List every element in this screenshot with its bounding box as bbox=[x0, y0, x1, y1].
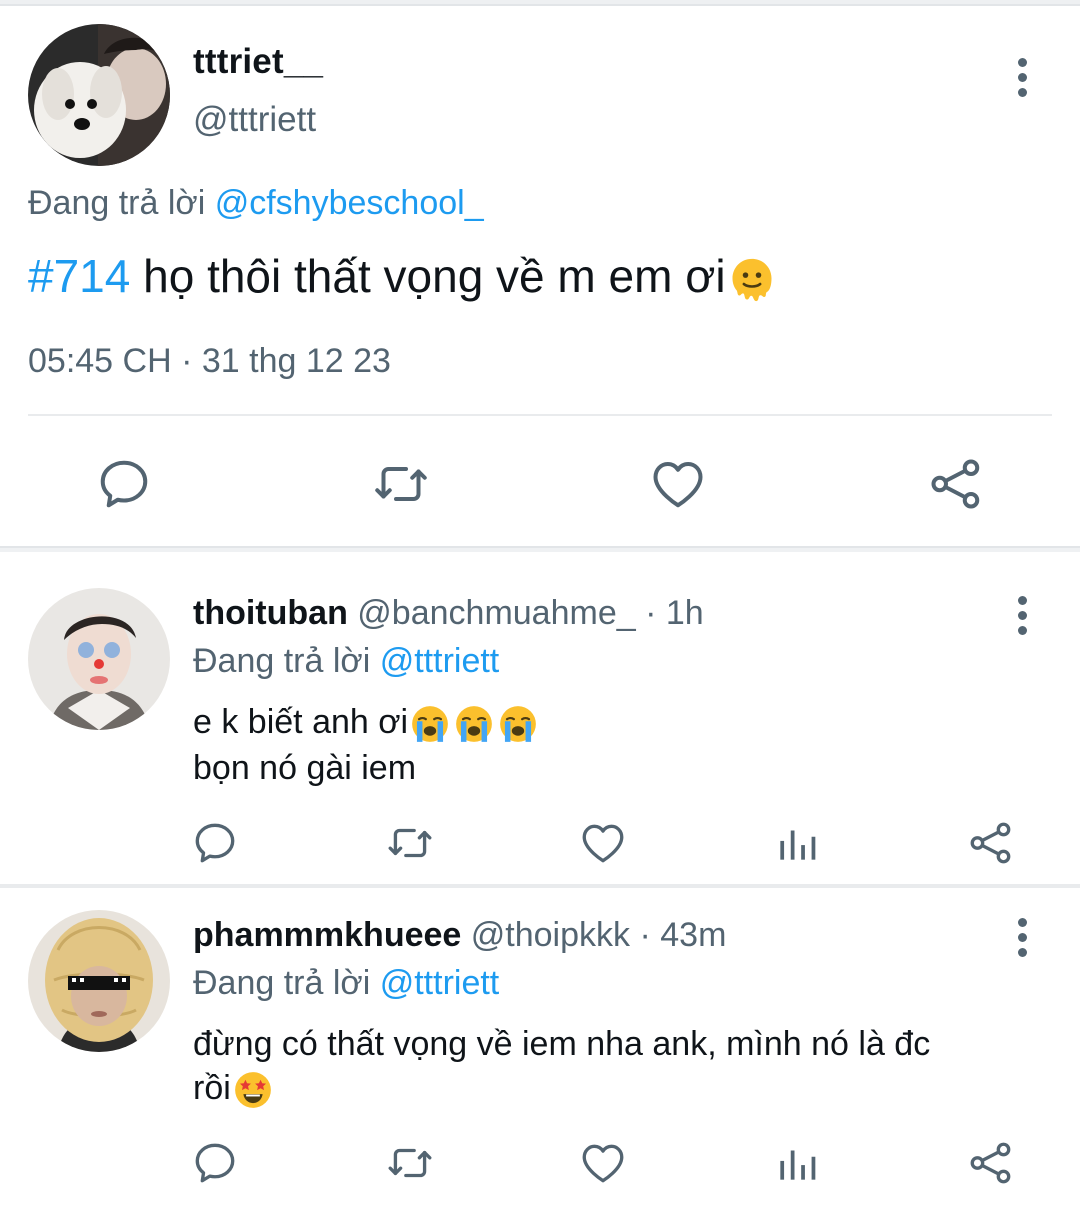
replying-to-line: Đang trả lời @tttriett bbox=[193, 964, 499, 1003]
avatar[interactable] bbox=[28, 588, 170, 730]
replying-prefix: Đang trả lời bbox=[193, 642, 371, 680]
star-struck-face-icon bbox=[231, 1068, 275, 1112]
more-options-icon[interactable] bbox=[1007, 590, 1037, 640]
share-icon[interactable] bbox=[966, 818, 1016, 868]
username[interactable]: @thoipkkk bbox=[471, 916, 630, 954]
reply-header: thoituban @banchmuahme_ · 1h bbox=[193, 594, 704, 633]
replying-to-mention[interactable]: @tttriett bbox=[380, 642, 500, 680]
reply-line-1: e k biết anh ơi bbox=[193, 703, 409, 741]
meta-separator: · bbox=[639, 916, 651, 954]
loudly-crying-face-icon bbox=[408, 702, 452, 746]
like-icon[interactable] bbox=[578, 1138, 628, 1188]
avatar[interactable] bbox=[28, 24, 170, 166]
main-tweet: tttriet__ @tttriett Đang trả lời @cfshyb… bbox=[0, 6, 1080, 548]
tweet-action-bar bbox=[0, 454, 1080, 514]
share-icon[interactable] bbox=[966, 1138, 1016, 1188]
replying-to-mention[interactable]: @cfshybeschool_ bbox=[215, 184, 484, 222]
replying-to-mention[interactable]: @tttriett bbox=[380, 964, 500, 1002]
retweet-icon[interactable] bbox=[371, 454, 431, 514]
reply-line-2: bọn nó gài iem bbox=[193, 749, 417, 788]
analytics-icon[interactable] bbox=[772, 818, 822, 868]
meta-separator: · bbox=[181, 342, 193, 380]
tweet-text: #714 họ thôi thất vọng về m em ơi bbox=[28, 246, 778, 306]
retweet-icon[interactable] bbox=[385, 818, 435, 868]
display-name[interactable]: thoituban bbox=[193, 594, 348, 632]
divider bbox=[28, 414, 1052, 416]
username[interactable]: @tttriett bbox=[193, 100, 316, 140]
reply-line-1: đừng có thất vọng về iem nha ank, mình n… bbox=[193, 1025, 931, 1063]
reply-line-2: rồi bbox=[193, 1069, 231, 1107]
hashtag-link[interactable]: #714 bbox=[28, 250, 130, 302]
tweet-text: e k biết anh ơi bọn nó gài iem bbox=[193, 700, 1043, 790]
tweet-time: 05:45 CH bbox=[28, 342, 172, 380]
display-name[interactable]: phammmkhueee bbox=[193, 916, 461, 954]
melting-face-icon bbox=[726, 254, 778, 306]
reply-icon[interactable] bbox=[190, 818, 240, 868]
relative-time[interactable]: 1h bbox=[666, 594, 704, 632]
replying-to-line: Đang trả lời @cfshybeschool_ bbox=[28, 184, 484, 223]
like-icon[interactable] bbox=[578, 818, 628, 868]
reply-header: phammmkhueee @thoipkkk · 43m bbox=[193, 916, 726, 955]
loudly-crying-face-icon bbox=[496, 702, 540, 746]
share-icon[interactable] bbox=[926, 454, 986, 514]
display-name[interactable]: tttriet__ bbox=[193, 42, 323, 82]
username[interactable]: @banchmuahme_ bbox=[357, 594, 635, 632]
replying-prefix: Đang trả lời bbox=[28, 184, 206, 222]
more-options-icon[interactable] bbox=[1007, 52, 1037, 102]
reply-tweet: phammmkhueee @thoipkkk · 43m Đang trả lờ… bbox=[0, 888, 1080, 1207]
tweet-timestamp[interactable]: 05:45 CH · 31 thg 12 23 bbox=[28, 342, 391, 381]
more-options-icon[interactable] bbox=[1007, 912, 1037, 962]
replying-prefix: Đang trả lời bbox=[193, 964, 371, 1002]
tweet-action-bar bbox=[0, 818, 1080, 868]
tweet-date: 31 thg 12 23 bbox=[201, 342, 391, 380]
reply-icon[interactable] bbox=[190, 1138, 240, 1188]
avatar[interactable] bbox=[28, 910, 170, 1052]
loudly-crying-face-icon bbox=[452, 702, 496, 746]
reply-icon[interactable] bbox=[94, 454, 154, 514]
reply-tweet: thoituban @banchmuahme_ · 1h Đang trả lờ… bbox=[0, 552, 1080, 884]
replying-to-line: Đang trả lời @tttriett bbox=[193, 642, 499, 681]
like-icon[interactable] bbox=[648, 454, 708, 514]
tweet-action-bar bbox=[0, 1138, 1080, 1188]
meta-separator: · bbox=[645, 594, 657, 632]
tweet-text: đừng có thất vọng về iem nha ank, mình n… bbox=[193, 1022, 1043, 1112]
relative-time[interactable]: 43m bbox=[660, 916, 726, 954]
analytics-icon[interactable] bbox=[772, 1138, 822, 1188]
tweet-body-text: họ thôi thất vọng về m em ơi bbox=[143, 250, 726, 302]
retweet-icon[interactable] bbox=[385, 1138, 435, 1188]
